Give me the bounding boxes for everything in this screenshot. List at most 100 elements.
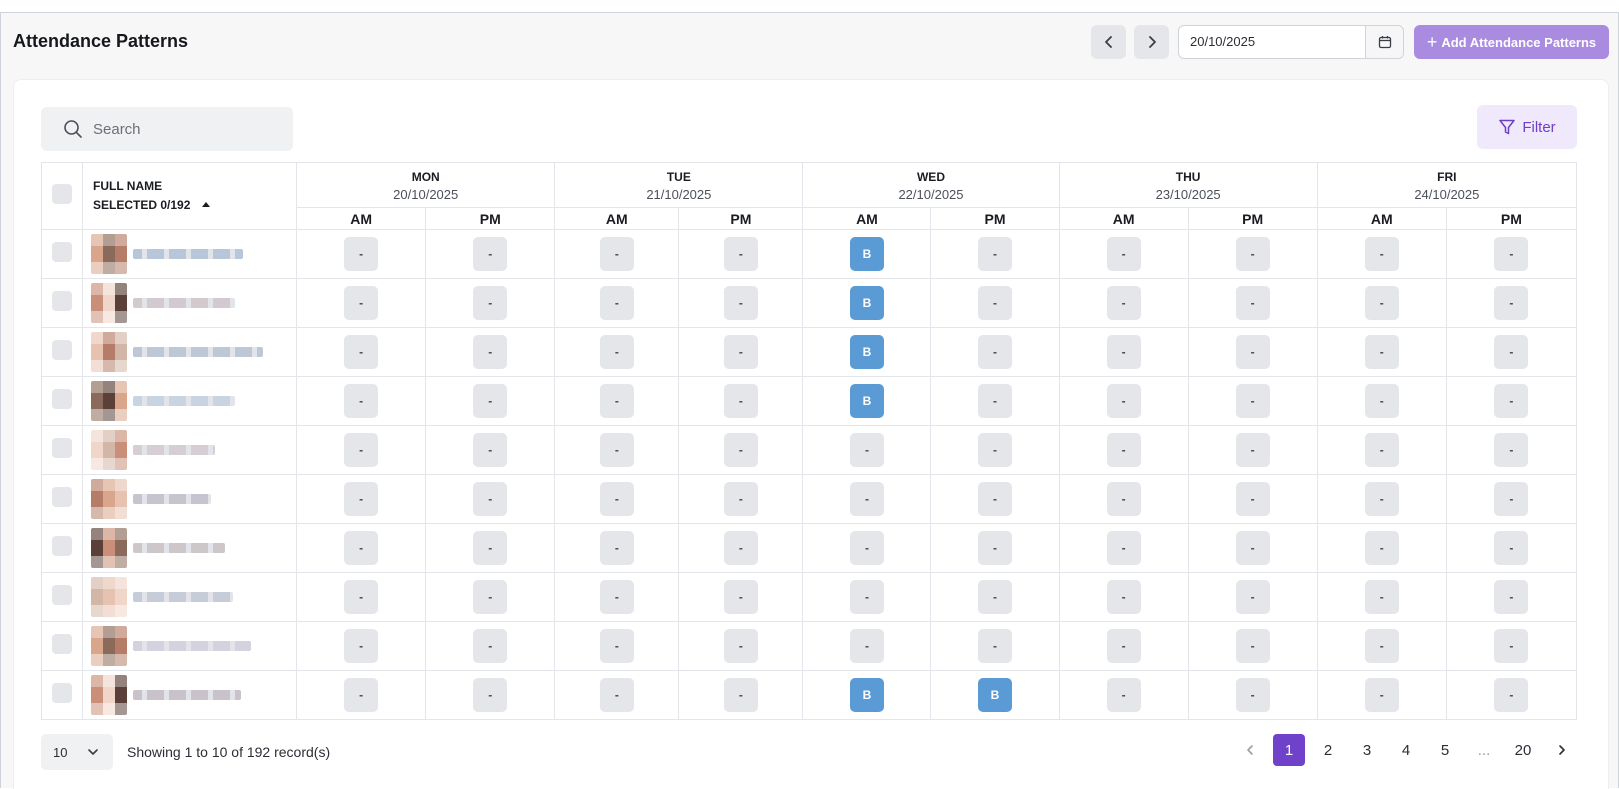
empty-slot-button[interactable]: -: [1364, 629, 1399, 663]
empty-slot-button[interactable]: -: [344, 433, 379, 467]
booked-slot-button[interactable]: B: [849, 678, 884, 712]
empty-slot-button[interactable]: -: [723, 237, 758, 271]
empty-slot-button[interactable]: -: [723, 433, 758, 467]
empty-slot-button[interactable]: -: [1364, 678, 1399, 712]
row-checkbox[interactable]: [52, 290, 72, 311]
empty-slot-button[interactable]: -: [1364, 433, 1399, 467]
booked-slot-button[interactable]: B: [978, 678, 1013, 712]
search-box[interactable]: [41, 107, 293, 151]
empty-slot-button[interactable]: -: [1494, 580, 1529, 614]
page-button[interactable]: 4: [1390, 734, 1422, 766]
empty-slot-button[interactable]: -: [1235, 531, 1270, 565]
sort-asc-icon[interactable]: [202, 202, 211, 207]
empty-slot-button[interactable]: -: [1106, 580, 1141, 614]
empty-slot-button[interactable]: -: [1235, 629, 1270, 663]
empty-slot-button[interactable]: -: [978, 433, 1013, 467]
empty-slot-button[interactable]: -: [344, 335, 379, 369]
person-cell[interactable]: [82, 523, 298, 573]
empty-slot-button[interactable]: -: [1364, 531, 1399, 565]
row-checkbox[interactable]: [52, 584, 72, 605]
empty-slot-button[interactable]: -: [849, 531, 884, 565]
person-cell[interactable]: [82, 670, 298, 720]
prev-week-button[interactable]: [1091, 25, 1126, 59]
empty-slot-button[interactable]: -: [344, 286, 379, 320]
empty-slot-button[interactable]: -: [978, 531, 1013, 565]
empty-slot-button[interactable]: -: [978, 286, 1013, 320]
empty-slot-button[interactable]: -: [1235, 237, 1270, 271]
empty-slot-button[interactable]: -: [1494, 335, 1529, 369]
empty-slot-button[interactable]: -: [978, 482, 1013, 516]
person-cell[interactable]: [82, 376, 298, 426]
empty-slot-button[interactable]: -: [1235, 433, 1270, 467]
search-input[interactable]: [93, 120, 273, 138]
empty-slot-button[interactable]: -: [1106, 531, 1141, 565]
empty-slot-button[interactable]: -: [599, 384, 634, 418]
empty-slot-button[interactable]: -: [473, 335, 508, 369]
row-checkbox[interactable]: [52, 535, 72, 556]
empty-slot-button[interactable]: -: [1494, 384, 1529, 418]
empty-slot-button[interactable]: -: [723, 482, 758, 516]
row-checkbox[interactable]: [52, 241, 72, 262]
empty-slot-button[interactable]: -: [1106, 237, 1141, 271]
empty-slot-button[interactable]: -: [1494, 286, 1529, 320]
empty-slot-button[interactable]: -: [978, 580, 1013, 614]
empty-slot-button[interactable]: -: [1235, 482, 1270, 516]
empty-slot-button[interactable]: -: [473, 433, 508, 467]
empty-slot-button[interactable]: -: [599, 433, 634, 467]
select-all-checkbox[interactable]: [52, 183, 72, 204]
row-checkbox[interactable]: [52, 633, 72, 654]
booked-slot-button[interactable]: B: [849, 237, 884, 271]
empty-slot-button[interactable]: -: [1235, 384, 1270, 418]
person-cell[interactable]: [82, 621, 298, 671]
next-week-button[interactable]: [1134, 25, 1169, 59]
person-cell[interactable]: [82, 425, 298, 475]
next-page-button[interactable]: [1546, 734, 1578, 766]
empty-slot-button[interactable]: -: [849, 482, 884, 516]
empty-slot-button[interactable]: -: [1106, 335, 1141, 369]
filter-button[interactable]: Filter: [1477, 105, 1577, 149]
empty-slot-button[interactable]: -: [723, 384, 758, 418]
add-attendance-pattern-button[interactable]: + Add Attendance Patterns: [1414, 25, 1609, 59]
empty-slot-button[interactable]: -: [344, 237, 379, 271]
row-checkbox[interactable]: [52, 682, 72, 703]
empty-slot-button[interactable]: -: [1494, 433, 1529, 467]
empty-slot-button[interactable]: -: [1494, 482, 1529, 516]
empty-slot-button[interactable]: -: [849, 580, 884, 614]
date-input[interactable]: 20/10/2025: [1179, 26, 1365, 58]
empty-slot-button[interactable]: -: [599, 335, 634, 369]
rows-per-page-select[interactable]: 10: [41, 734, 113, 770]
person-cell[interactable]: [82, 278, 298, 328]
empty-slot-button[interactable]: -: [978, 237, 1013, 271]
empty-slot-button[interactable]: -: [723, 678, 758, 712]
empty-slot-button[interactable]: -: [599, 237, 634, 271]
empty-slot-button[interactable]: -: [1364, 384, 1399, 418]
booked-slot-button[interactable]: B: [849, 286, 884, 320]
person-cell[interactable]: [82, 327, 298, 377]
empty-slot-button[interactable]: -: [1235, 678, 1270, 712]
empty-slot-button[interactable]: -: [1494, 678, 1529, 712]
page-button[interactable]: 2: [1312, 734, 1344, 766]
empty-slot-button[interactable]: -: [473, 237, 508, 271]
empty-slot-button[interactable]: -: [1364, 580, 1399, 614]
person-cell[interactable]: [82, 572, 298, 622]
empty-slot-button[interactable]: -: [849, 433, 884, 467]
empty-slot-button[interactable]: -: [1235, 286, 1270, 320]
person-cell[interactable]: [82, 229, 298, 279]
empty-slot-button[interactable]: -: [1106, 482, 1141, 516]
empty-slot-button[interactable]: -: [723, 531, 758, 565]
empty-slot-button[interactable]: -: [1106, 286, 1141, 320]
date-picker[interactable]: 20/10/2025: [1178, 25, 1404, 59]
empty-slot-button[interactable]: -: [978, 384, 1013, 418]
empty-slot-button[interactable]: -: [1364, 286, 1399, 320]
row-checkbox[interactable]: [52, 437, 72, 458]
empty-slot-button[interactable]: -: [473, 482, 508, 516]
empty-slot-button[interactable]: -: [473, 629, 508, 663]
prev-page-button[interactable]: [1234, 734, 1266, 766]
row-checkbox[interactable]: [52, 339, 72, 360]
empty-slot-button[interactable]: -: [344, 580, 379, 614]
person-cell[interactable]: [82, 474, 298, 524]
empty-slot-button[interactable]: -: [1364, 237, 1399, 271]
row-checkbox[interactable]: [52, 486, 72, 507]
empty-slot-button[interactable]: -: [978, 335, 1013, 369]
empty-slot-button[interactable]: -: [344, 482, 379, 516]
